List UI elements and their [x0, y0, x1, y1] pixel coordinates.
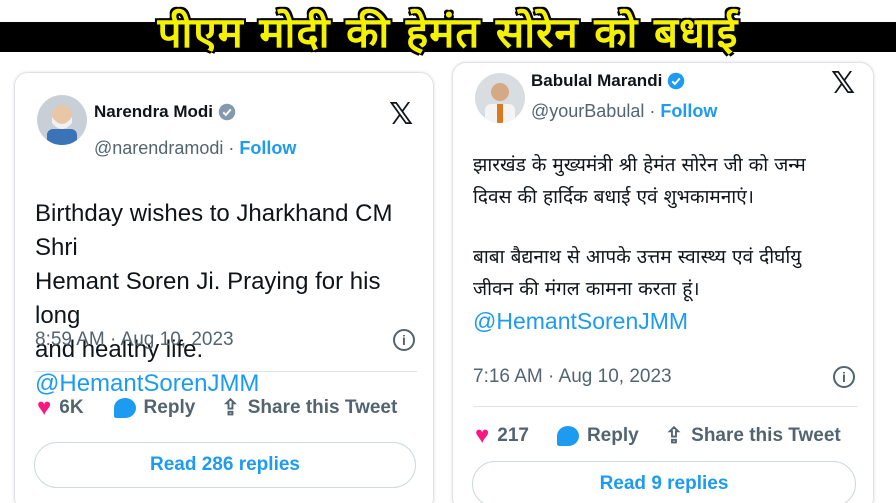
like-action[interactable]: ♥ 217: [475, 422, 529, 450]
author-handle[interactable]: @narendramodi: [94, 138, 223, 158]
tweet-timestamp[interactable]: 8:59 AM · Aug 10, 2023: [35, 329, 234, 351]
tweet-line: Hemant Soren Ji. Praying for his long: [35, 268, 381, 329]
read-replies-button[interactable]: Read 9 replies: [472, 461, 856, 503]
headline-title: पीएम मोदी की हेमंत सोरेन को बधाई: [157, 7, 739, 57]
tweet-line: बाबा बैद्यनाथ से आपके उत्तम स्वास्थ्य एव…: [473, 246, 802, 268]
follow-button[interactable]: Follow: [239, 138, 296, 158]
headline-banner: पीएम मोदी की हेमंत सोरेन को बधाई: [0, 0, 896, 62]
reply-label: Reply: [143, 397, 196, 418]
reply-bubble-icon: [113, 398, 136, 418]
share-icon: ⇪: [664, 423, 684, 448]
tweet-line: Birthday wishes to Jharkhand CM Shri: [35, 200, 393, 261]
tweet-line: दिवस की हार्दिक बधाई एवं शुभकामनाएं।: [473, 186, 754, 208]
heart-icon: ♥: [475, 422, 490, 449]
author-name[interactable]: Narendra Modi: [94, 102, 236, 122]
tweet-card-babulal-marandi[interactable]: Babulal Marandi @yourBabulal · Follow 𝕏 …: [452, 62, 874, 503]
divider: [35, 371, 417, 372]
verified-badge-icon: [668, 72, 685, 90]
heart-icon: ♥: [37, 394, 52, 421]
tweet-actions: ♥ 217 Reply ⇪ Share this Tweet: [475, 422, 841, 450]
author-name-text: Narendra Modi: [94, 102, 214, 121]
tweet-timestamp[interactable]: 7:16 AM · Aug 10, 2023: [473, 366, 672, 388]
x-logo-icon[interactable]: 𝕏: [831, 66, 855, 101]
info-icon[interactable]: i: [393, 329, 415, 351]
author-handle-line: @yourBabulal · Follow: [531, 101, 717, 122]
share-label: Share this Tweet: [691, 425, 841, 446]
info-icon[interactable]: i: [833, 366, 855, 388]
avatar[interactable]: [37, 95, 87, 145]
author-handle-line: @narendramodi · Follow: [94, 138, 296, 159]
mention-link[interactable]: @HemantSorenJMM: [473, 305, 868, 337]
author-name[interactable]: Babulal Marandi: [531, 71, 685, 91]
avatar[interactable]: [475, 73, 525, 123]
tweet-body: झारखंड के मुख्यमंत्री श्री हेमंत सोरेन ज…: [473, 149, 868, 337]
reply-action[interactable]: Reply: [556, 425, 639, 447]
read-replies-button[interactable]: Read 286 replies: [34, 442, 416, 488]
tweet-line: झारखंड के मुख्यमंत्री श्री हेमंत सोरेन ज…: [473, 154, 806, 176]
share-label: Share this Tweet: [247, 397, 398, 418]
like-count: 217: [497, 425, 529, 446]
x-logo-icon[interactable]: 𝕏: [389, 97, 413, 132]
author-handle[interactable]: @yourBabulal: [531, 101, 644, 121]
like-action[interactable]: ♥ 6K: [37, 394, 84, 422]
tweet-card-narendra-modi[interactable]: Narendra Modi @narendramodi · Follow 𝕏 B…: [14, 72, 434, 503]
follow-button[interactable]: Follow: [660, 101, 717, 121]
share-action[interactable]: ⇪ Share this Tweet: [221, 395, 397, 421]
tweet-line: जीवन की मंगल कामना करता हूं।: [473, 278, 700, 300]
handle-separator: ·: [228, 138, 235, 158]
author-name-text: Babulal Marandi: [531, 71, 663, 90]
like-count: 6K: [59, 397, 84, 418]
divider: [473, 406, 857, 407]
share-icon: ⇪: [221, 395, 240, 420]
mention-link[interactable]: @HemantSorenJMM: [35, 370, 259, 397]
verified-badge-icon: [218, 103, 236, 121]
share-action[interactable]: ⇪ Share this Tweet: [665, 423, 841, 449]
reply-label: Reply: [586, 425, 639, 446]
handle-separator: ·: [649, 101, 656, 121]
tweet-actions: ♥ 6K Reply ⇪ Share this Tweet: [37, 394, 397, 422]
reply-action[interactable]: Reply: [113, 397, 196, 419]
reply-bubble-icon: [556, 426, 579, 446]
